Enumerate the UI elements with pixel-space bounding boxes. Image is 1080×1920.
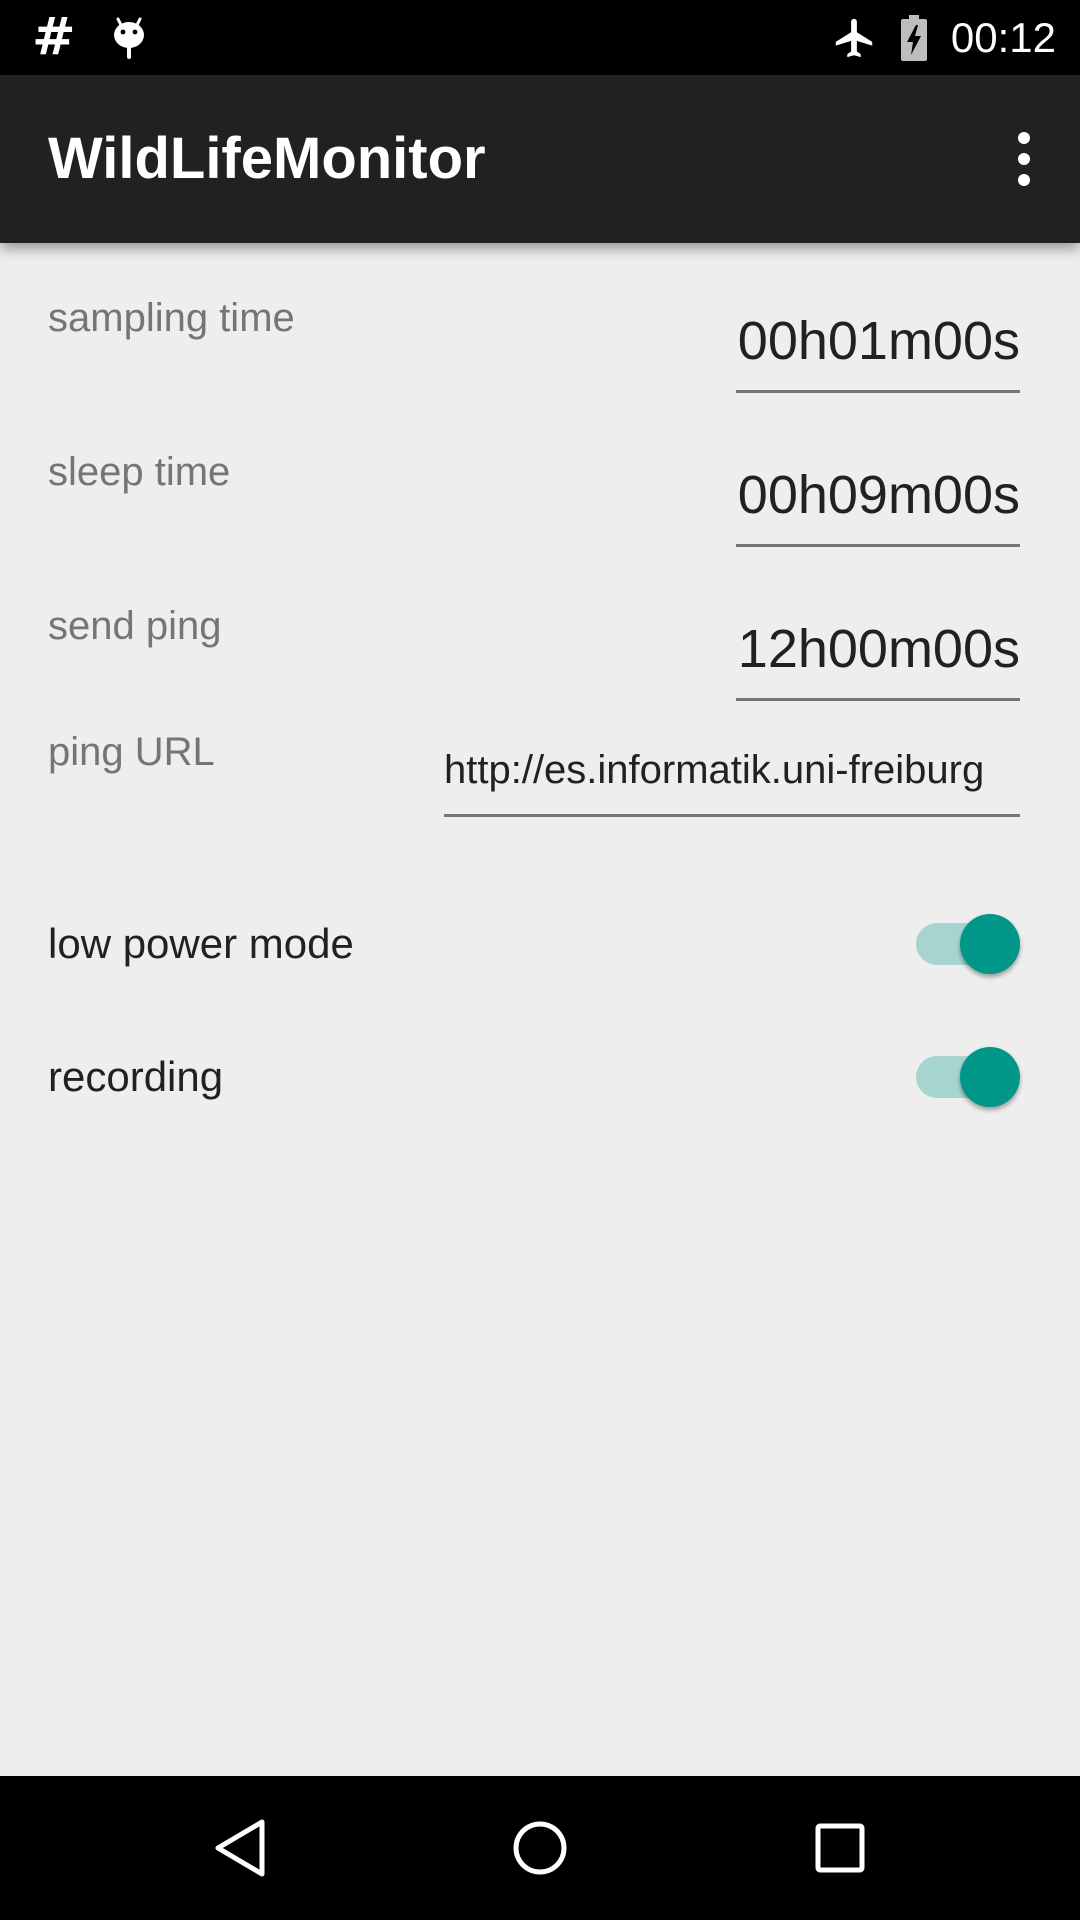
system-status-area: 00:12: [831, 0, 1056, 75]
sampling-time-label: sampling time: [48, 296, 295, 340]
ping-url-row: ping URL http://es.informatik.uni-freibu…: [48, 726, 1020, 836]
notification-area: #: [32, 0, 146, 75]
sleep-time-row: sleep time 00h09m00s: [48, 446, 1020, 556]
ping-url-label: ping URL: [48, 730, 215, 774]
app-bar: WildLifeMonitor: [0, 75, 1080, 243]
home-icon[interactable]: [440, 1776, 640, 1920]
recording-switch[interactable]: [916, 1045, 1020, 1109]
ping-url-field[interactable]: http://es.informatik.uni-freiburg: [444, 726, 1020, 817]
overflow-menu-icon[interactable]: [992, 119, 1056, 199]
screen: # 00:12 WildLifeMonitor sampling time 00…: [0, 0, 1080, 1920]
hash-icon: #: [32, 7, 76, 67]
airplane-mode-icon: [831, 15, 877, 61]
sampling-time-row: sampling time 00h01m00s: [48, 292, 1020, 402]
recording-label: recording: [48, 1053, 224, 1100]
low-power-mode-row[interactable]: low power mode: [48, 912, 1020, 976]
back-icon[interactable]: [140, 1776, 340, 1920]
low-power-mode-switch[interactable]: [916, 912, 1020, 976]
recents-icon[interactable]: [740, 1776, 940, 1920]
sleep-time-field[interactable]: 00h09m00s: [736, 446, 1020, 547]
switch-thumb: [960, 914, 1020, 974]
battery-charging-icon: [899, 14, 929, 62]
send-ping-field[interactable]: 12h00m00s: [736, 600, 1020, 701]
send-ping-row: send ping 12h00m00s: [48, 600, 1020, 710]
send-ping-label: send ping: [48, 604, 222, 648]
sampling-time-field[interactable]: 00h01m00s: [736, 292, 1020, 393]
sleep-time-label: sleep time: [48, 450, 231, 494]
navigation-bar: [0, 1776, 1080, 1920]
status-time: 00:12: [950, 13, 1056, 61]
app-title: WildLifeMonitor: [48, 126, 486, 191]
switch-thumb: [960, 1047, 1020, 1107]
low-power-mode-label: low power mode: [48, 920, 354, 967]
android-debug-icon: [112, 15, 146, 61]
recording-row[interactable]: recording: [48, 1045, 1020, 1109]
status-bar: # 00:12: [0, 0, 1080, 75]
